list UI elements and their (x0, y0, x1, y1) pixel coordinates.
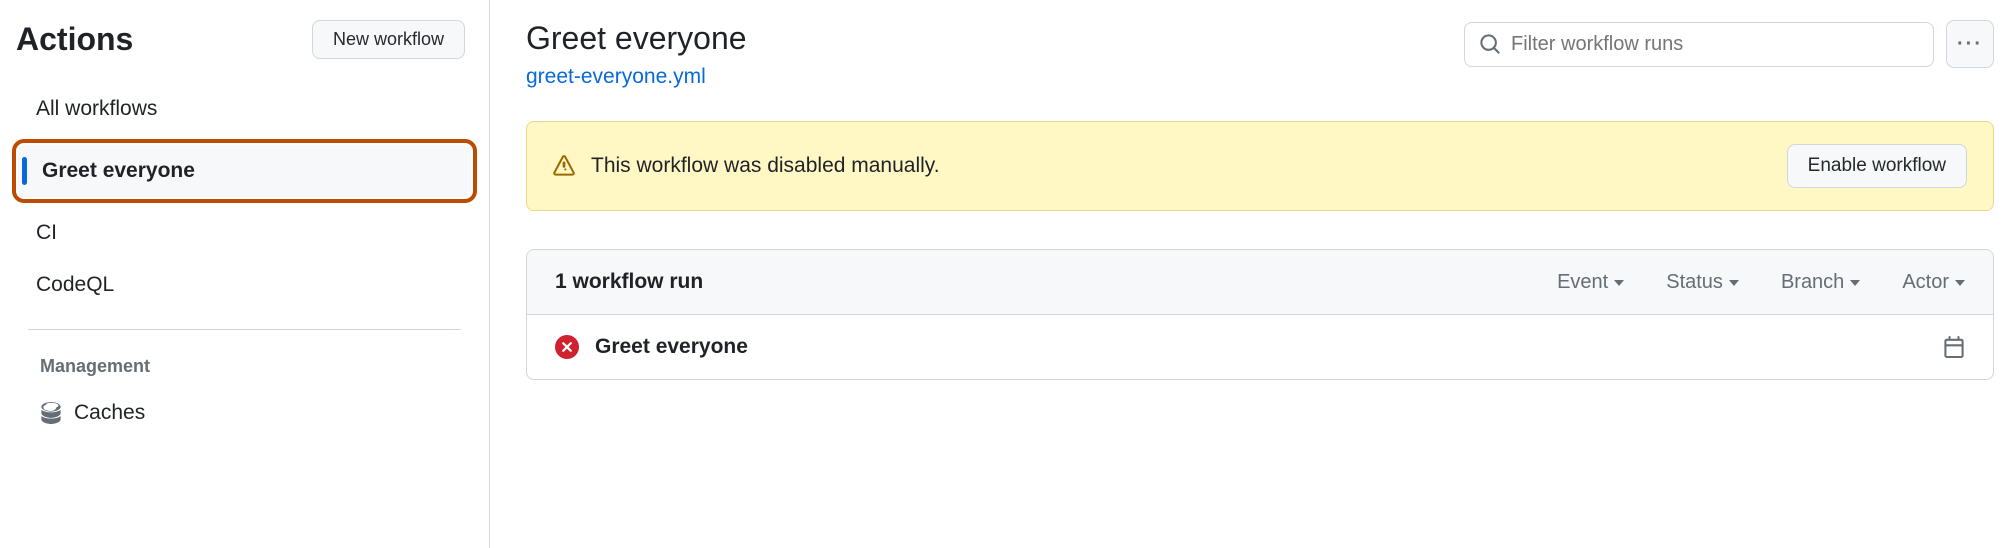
sidebar-title: Actions (16, 21, 133, 58)
filter-branch-dropdown[interactable]: Branch (1781, 271, 1860, 294)
sidebar-item-label: Caches (74, 401, 145, 425)
run-row-right (1943, 336, 1965, 358)
caret-down-icon (1614, 280, 1624, 286)
sidebar-header: Actions New workflow (0, 20, 489, 83)
main-content: Greet everyone greet-everyone.yml ··· (490, 0, 2014, 548)
alert-icon (553, 155, 575, 177)
runs-table: 1 workflow run Event Status Branch (526, 249, 1994, 380)
caret-down-icon (1955, 280, 1965, 286)
runs-count-label: 1 workflow run (555, 270, 703, 294)
filter-event-dropdown[interactable]: Event (1557, 271, 1624, 294)
filter-label: Actor (1902, 271, 1949, 294)
calendar-icon (1943, 336, 1965, 358)
management-heading: Management (12, 348, 477, 393)
more-options-button[interactable]: ··· (1946, 20, 1994, 68)
sidebar-item-greet-everyone[interactable]: Greet everyone (18, 145, 471, 197)
run-row-left: Greet everyone (555, 335, 748, 359)
sidebar-item-codeql[interactable]: CodeQL (12, 259, 477, 311)
filter-label: Branch (1781, 271, 1844, 294)
sidebar-item-label: All workflows (36, 97, 157, 121)
new-workflow-button[interactable]: New workflow (312, 20, 465, 59)
run-row[interactable]: Greet everyone (527, 315, 1993, 379)
sidebar-divider (28, 329, 461, 330)
disabled-banner: This workflow was disabled manually. Ena… (526, 121, 1994, 211)
sidebar-item-label: CI (36, 221, 57, 245)
filter-status-dropdown[interactable]: Status (1666, 271, 1739, 294)
database-icon (40, 402, 62, 424)
runs-table-header: 1 workflow run Event Status Branch (527, 250, 1993, 315)
filter-label: Status (1666, 271, 1723, 294)
banner-message: This workflow was disabled manually. (591, 154, 940, 178)
x-circle-fill-icon (555, 335, 579, 359)
sidebar-item-highlight-outline: Greet everyone (12, 139, 477, 203)
kebab-icon: ··· (1957, 33, 1983, 56)
filter-runs-input[interactable] (1511, 33, 1919, 56)
workflow-title: Greet everyone (526, 20, 747, 57)
sidebar-item-caches[interactable]: Caches (12, 393, 477, 433)
sidebar-item-label: CodeQL (36, 273, 114, 297)
sidebar-item-label: Greet everyone (42, 159, 195, 183)
caret-down-icon (1729, 280, 1739, 286)
main-header: Greet everyone greet-everyone.yml ··· (526, 20, 1994, 89)
search-icon (1479, 33, 1501, 55)
filter-runs-field[interactable] (1464, 22, 1934, 67)
header-controls: ··· (1464, 20, 1994, 68)
sidebar: Actions New workflow All workflows Greet… (0, 0, 490, 548)
caret-down-icon (1850, 280, 1860, 286)
run-name: Greet everyone (595, 335, 748, 359)
sidebar-item-all-workflows[interactable]: All workflows (12, 83, 477, 135)
workflow-filename-link[interactable]: greet-everyone.yml (526, 65, 706, 88)
workflow-heading-block: Greet everyone greet-everyone.yml (526, 20, 747, 89)
filter-actor-dropdown[interactable]: Actor (1902, 271, 1965, 294)
banner-left: This workflow was disabled manually. (553, 154, 940, 178)
sidebar-nav: All workflows Greet everyone CI CodeQL M… (0, 83, 489, 433)
sidebar-item-ci[interactable]: CI (12, 207, 477, 259)
filter-label: Event (1557, 271, 1608, 294)
enable-workflow-button[interactable]: Enable workflow (1787, 144, 1967, 188)
runs-filters: Event Status Branch Actor (1557, 271, 1965, 294)
